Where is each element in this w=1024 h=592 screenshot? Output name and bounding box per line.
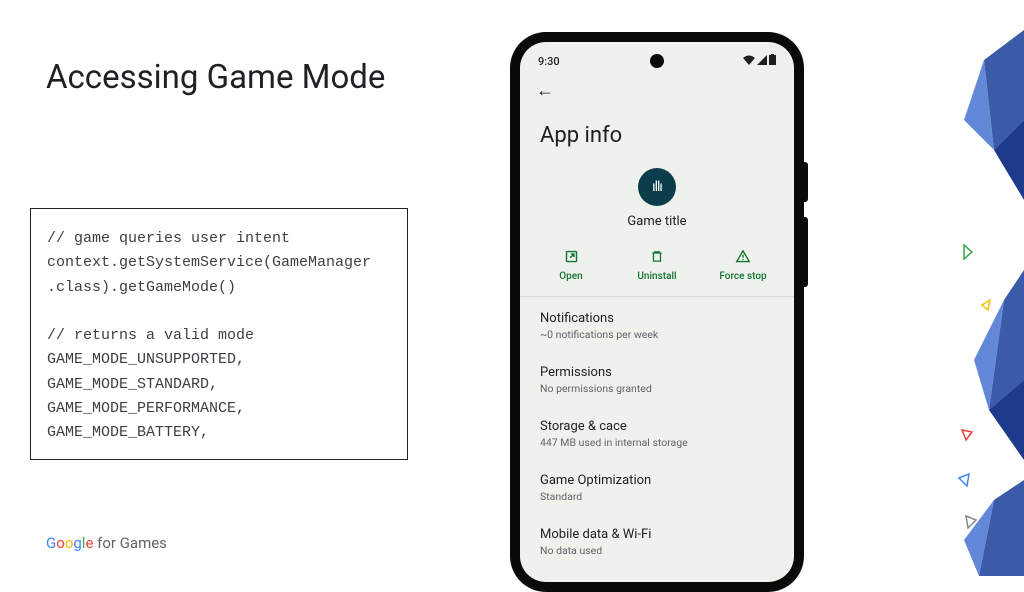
action-row: Open Uninstall Force stop xyxy=(520,243,794,296)
setting-game-optimization[interactable]: Game Optimization Standard xyxy=(520,461,794,515)
setting-permissions[interactable]: Permissions No permissions granted xyxy=(520,353,794,407)
forcestop-label: Force stop xyxy=(700,271,786,282)
phone-side-button xyxy=(804,217,808,287)
setting-mobile-data[interactable]: Mobile data & Wi-Fi No data used xyxy=(520,515,794,569)
phone-side-button xyxy=(804,162,808,202)
battery-icon xyxy=(769,54,776,68)
footer-text: for Games xyxy=(93,534,167,552)
setting-sub: No data used xyxy=(540,544,774,557)
status-bar: 9:30 xyxy=(520,42,794,70)
slide-title: Accessing Game Mode xyxy=(46,58,385,97)
open-label: Open xyxy=(528,271,614,282)
app-name: Game title xyxy=(520,214,794,229)
app-header: ıllı Game title xyxy=(520,164,794,243)
setting-storage[interactable]: Storage & cace 447 MB used in internal s… xyxy=(520,407,794,461)
wifi-icon xyxy=(743,55,755,68)
open-button[interactable]: Open xyxy=(528,249,614,282)
warning-icon xyxy=(700,249,786,267)
back-row: ← xyxy=(520,70,794,105)
forcestop-button[interactable]: Force stop xyxy=(700,249,786,282)
signal-icon xyxy=(757,55,767,68)
status-time: 9:30 xyxy=(538,55,560,68)
decorative-shapes xyxy=(954,0,1024,576)
waveform-icon: ıllı xyxy=(652,179,662,195)
uninstall-button[interactable]: Uninstall xyxy=(614,249,700,282)
footer-logo: Google for Games xyxy=(46,534,167,552)
phone-screen: 9:30 ← App info ıllı Game title xyxy=(520,42,794,582)
setting-title: Permissions xyxy=(540,365,774,380)
page-title: App info xyxy=(520,105,794,164)
setting-title: Game Optimization xyxy=(540,473,774,488)
phone-frame: 9:30 ← App info ıllı Game title xyxy=(510,32,804,592)
uninstall-label: Uninstall xyxy=(614,271,700,282)
open-icon xyxy=(528,249,614,267)
setting-sub: No permissions granted xyxy=(540,382,774,395)
setting-notifications[interactable]: Notifications ~0 notifications per week xyxy=(520,299,794,353)
app-icon[interactable]: ıllı xyxy=(638,168,676,206)
setting-sub: 447 MB used in internal storage xyxy=(540,436,774,449)
back-arrow-icon[interactable]: ← xyxy=(536,80,554,101)
setting-sub: Standard xyxy=(540,490,774,503)
setting-sub: ~0 notifications per week xyxy=(540,328,774,341)
setting-title: Storage & cace xyxy=(540,419,774,434)
code-snippet: // game queries user intent context.getS… xyxy=(30,208,408,460)
trash-icon xyxy=(614,249,700,267)
setting-title: Notifications xyxy=(540,311,774,326)
settings-list: Notifications ~0 notifications per week … xyxy=(520,297,794,571)
setting-title: Mobile data & Wi-Fi xyxy=(540,527,774,542)
